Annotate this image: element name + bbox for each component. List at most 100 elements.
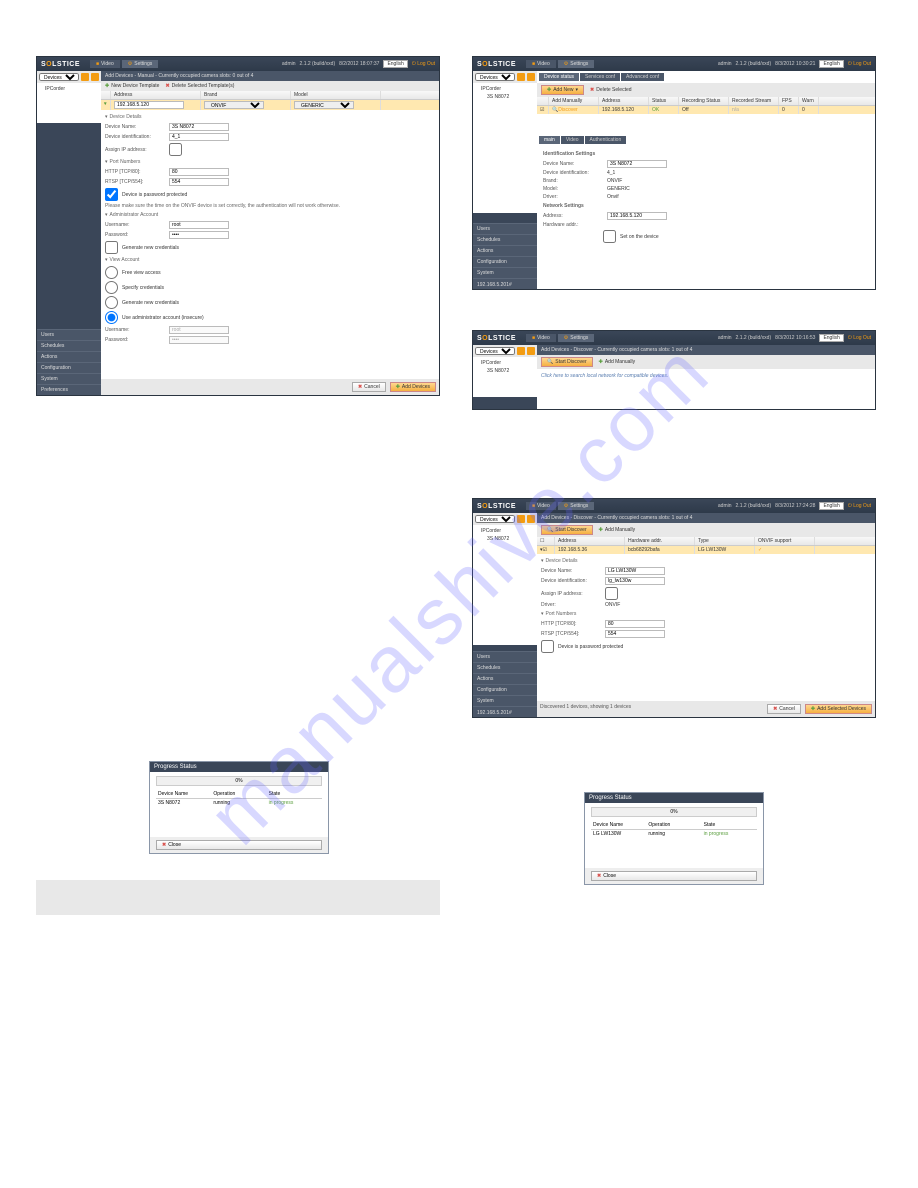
menu-system[interactable]: System <box>37 373 101 384</box>
brand-select[interactable]: ONVIF <box>204 101 264 109</box>
tab-settings[interactable]: ⚙Settings <box>558 60 595 68</box>
tab-video[interactable]: ■Video <box>90 60 120 68</box>
lang-select[interactable]: English <box>819 60 843 68</box>
section-view[interactable]: ▾ View Account <box>105 255 435 265</box>
gen-checkbox[interactable] <box>105 241 118 254</box>
menu-schedules[interactable]: Schedules <box>37 340 101 351</box>
r-spec[interactable] <box>105 281 118 294</box>
tree-item[interactable]: 3S N8072 <box>475 93 535 101</box>
content: Device statusServices confAdvanced conf … <box>537 71 875 289</box>
lbl-assign: Assign IP address: <box>105 147 165 153</box>
subtab-video[interactable]: Video <box>561 136 584 144</box>
menu-users[interactable]: Users <box>37 329 101 340</box>
device-combo[interactable]: Devices <box>39 73 79 81</box>
mtab-status[interactable]: Device status <box>539 73 579 81</box>
menu-config[interactable]: Configuration <box>37 362 101 373</box>
devid-input[interactable] <box>169 133 229 141</box>
model-select[interactable]: GENERIC <box>294 101 354 109</box>
progress-bar: 0% <box>591 807 757 817</box>
addr-input[interactable] <box>607 212 667 220</box>
refresh-icon[interactable] <box>527 73 535 81</box>
add-selected-button[interactable]: ✚Add Selected Devices <box>805 704 872 714</box>
device-tree[interactable]: IPCorder <box>37 83 101 123</box>
name-input[interactable] <box>607 160 667 168</box>
add-manually-button[interactable]: ✚Add Manually <box>599 527 636 533</box>
device-combo[interactable]: Devices <box>475 73 515 81</box>
lbl-devname: Device Name: <box>105 124 165 130</box>
add-manually-button[interactable]: ✚Add Manually <box>599 359 636 365</box>
col-model: Model <box>291 91 381 99</box>
statusbar: 192.168.5.201# <box>473 281 516 289</box>
user: admin <box>282 61 296 67</box>
subtab-auth[interactable]: Authentication <box>585 136 627 144</box>
expand-icon[interactable]: ▾ <box>104 101 107 107</box>
lbl-gen: Generate new credentials <box>122 245 179 251</box>
close-button[interactable]: ✖Close <box>591 871 757 881</box>
refresh-icon[interactable] <box>91 73 99 81</box>
delete-template-button[interactable]: ✖Delete Selected Template(s) <box>165 83 234 89</box>
r-gen[interactable] <box>105 296 118 309</box>
titlebar: SOLSTICE ■Video ⚙Settings admin 2.1.2 (b… <box>37 57 439 71</box>
device-tree[interactable]: IPCorder3S N8072 <box>473 83 537 213</box>
logout-link[interactable]: ⏻ Log Out <box>412 61 435 67</box>
lbl-r4: Use administrator account (insecure) <box>122 315 204 321</box>
logout-link[interactable]: ⏻ Log Out <box>848 61 871 67</box>
r-free[interactable] <box>105 266 118 279</box>
devid-input[interactable] <box>605 577 665 585</box>
lbl-pass2: Password: <box>105 337 165 343</box>
discover-link[interactable]: 🔍Discover <box>549 106 599 114</box>
titlebar: SOLSTICE ■Video⚙Settings admin2.1.2 (bui… <box>473 57 875 71</box>
titlebar: SOLSTICE■Video⚙Settingsadmin2.1.2 (build… <box>473 331 875 345</box>
subtab-main[interactable]: main <box>539 136 560 144</box>
devname-input[interactable] <box>605 567 665 575</box>
http-input[interactable] <box>169 168 229 176</box>
logo: SOLSTICE <box>477 61 516 68</box>
setondev-checkbox[interactable] <box>603 230 616 243</box>
lang-select[interactable]: English <box>383 60 407 68</box>
close-button[interactable]: ✖Close <box>156 840 322 850</box>
section-ports[interactable]: ▾ Port Numbers <box>105 157 435 167</box>
tab-settings[interactable]: ⚙Settings <box>122 60 159 68</box>
r-admin[interactable] <box>105 311 118 324</box>
rtsp-input[interactable] <box>169 178 229 186</box>
new-template-button[interactable]: ✚New Device Template <box>105 83 159 89</box>
pwd-checkbox[interactable] <box>105 188 118 201</box>
tree-root[interactable]: IPCorder <box>475 85 535 93</box>
pwd-checkbox[interactable] <box>541 640 554 653</box>
sidebar: Devices IPCorder Users Schedules Actions… <box>37 71 101 395</box>
menu-actions[interactable]: Actions <box>37 351 101 362</box>
grey-placeholder <box>36 880 440 915</box>
edit-icon[interactable] <box>517 73 525 81</box>
lbl-user2: Username: <box>105 327 165 333</box>
pass-input[interactable] <box>169 231 229 239</box>
http-input[interactable] <box>605 620 665 628</box>
section-admin[interactable]: ▾ Administrator Account <box>105 210 435 220</box>
mtab-services[interactable]: Services conf <box>580 73 620 81</box>
discover-hint[interactable]: Click here to search local network for c… <box>537 369 875 383</box>
lbl-r1: Free view access <box>122 270 161 276</box>
addnew-button[interactable]: ✚Add New▾ <box>541 85 584 95</box>
start-discover-button[interactable]: 🔍Start Discover <box>541 525 593 535</box>
user-input[interactable] <box>169 221 229 229</box>
add-devices-button[interactable]: ✚Add Devices <box>390 382 436 392</box>
tab-video[interactable]: ■Video <box>526 60 556 68</box>
edit-icon[interactable] <box>81 73 89 81</box>
col-address: Address <box>111 91 201 99</box>
tree-root[interactable]: IPCorder <box>39 85 99 93</box>
start-discover-button[interactable]: 🔍Start Discover <box>541 357 593 367</box>
sect-net: Network Settings <box>543 201 869 211</box>
section-device-details[interactable]: ▾ Device Details <box>105 112 435 122</box>
user2-input <box>169 326 229 334</box>
mtab-advanced[interactable]: Advanced conf <box>621 73 664 81</box>
cancel-button[interactable]: ✖Cancel <box>767 704 801 714</box>
lbl-pass: Password: <box>105 232 165 238</box>
cancel-button[interactable]: ✖Cancel <box>352 382 386 392</box>
assign-checkbox[interactable] <box>169 143 182 156</box>
rtsp-input[interactable] <box>605 630 665 638</box>
lbl-pwd: Device is password protected <box>122 192 187 198</box>
delete-button[interactable]: ✖Delete Selected <box>590 87 632 93</box>
ip-input[interactable] <box>114 101 184 109</box>
devname-input[interactable] <box>169 123 229 131</box>
menu-prefs[interactable]: Preferences <box>37 384 101 395</box>
assign-checkbox[interactable] <box>605 587 618 600</box>
